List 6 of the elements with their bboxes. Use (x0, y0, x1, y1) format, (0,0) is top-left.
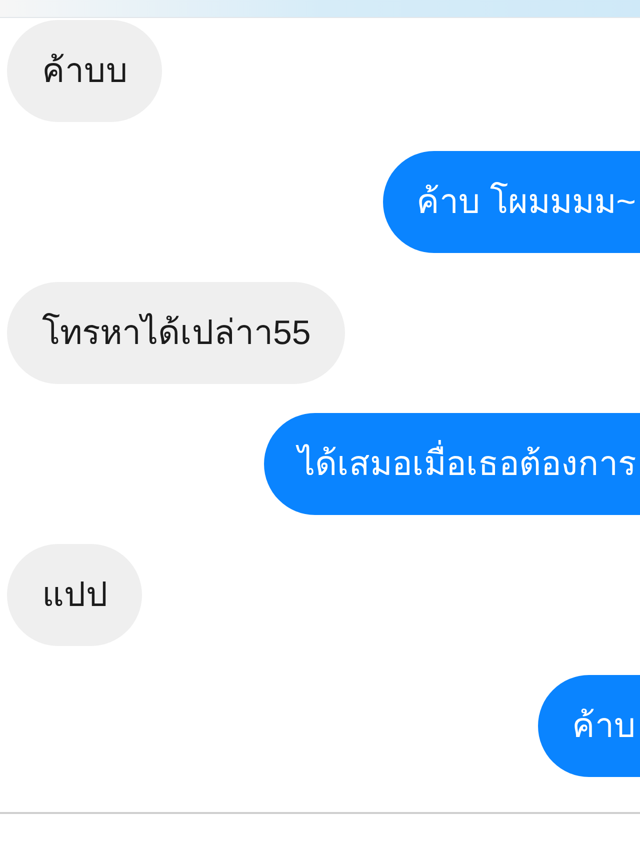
sent-message-bubble: ได้เสมอเมื่อเธอต้องการ (264, 413, 640, 515)
sent-message-bubble: ค้าบ โผมมมม~ (382, 151, 640, 253)
sent-message-bubble: ค้าบ (538, 675, 640, 777)
received-message-bubble: โทรหาได้เปล่าา55 (7, 282, 345, 384)
received-message-bubble: แปป (7, 544, 142, 646)
received-message-bubble: ค้าบบ (7, 20, 162, 122)
